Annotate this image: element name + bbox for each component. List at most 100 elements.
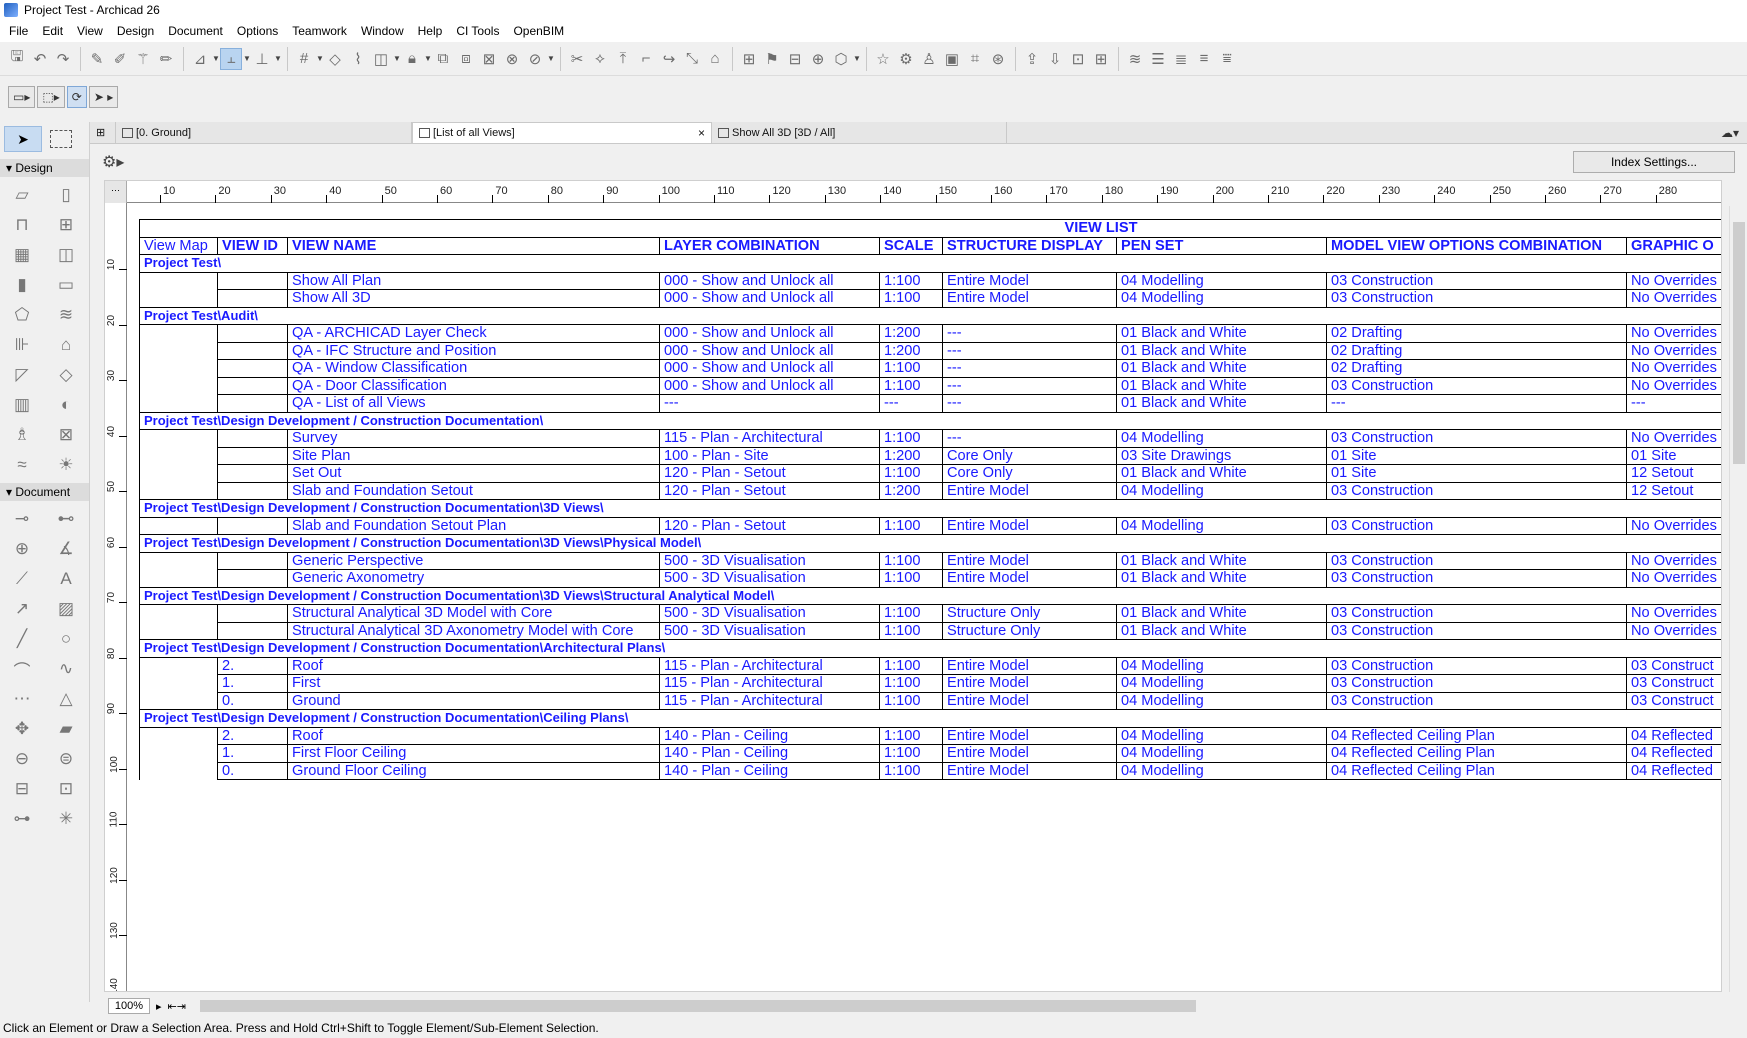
group-icon[interactable]: ⧉ [432, 48, 454, 70]
table-row[interactable]: Structural Analytical 3D Axonometry Mode… [139, 621, 1721, 640]
circle-tool-icon[interactable]: ○ [53, 626, 79, 652]
mesh-tool-icon[interactable]: ⊠ [53, 422, 79, 448]
dimension-tool-icon[interactable]: ⊸ [9, 506, 35, 532]
menu-item-teamwork[interactable]: Teamwork [285, 20, 354, 42]
marquee-tool[interactable] [50, 130, 72, 148]
change-tool-icon[interactable]: ✳ [53, 806, 79, 832]
ci-tool-4-icon[interactable]: ≡ [1193, 48, 1215, 70]
curtain-wall-tool-icon[interactable]: ▯ [53, 182, 79, 208]
column-tool-icon[interactable]: ▮ [9, 272, 35, 298]
table-row[interactable]: Show All 3D 000 - Show and Unlock all 1:10… [139, 289, 1721, 308]
zoom-field[interactable]: 100% [108, 998, 150, 1014]
teamwork-receive-icon[interactable]: ⇩ [1044, 48, 1066, 70]
menu-item-edit[interactable]: Edit [35, 20, 70, 42]
table-row[interactable]: 0. Ground 115 - Plan - Architectural 1:100 E… [139, 691, 1721, 710]
index-settings-button[interactable]: Index Settings... [1573, 151, 1735, 173]
solid-ops-icon[interactable]: ⊕ [807, 48, 829, 70]
hotspot-tool-icon[interactable]: ⋯ [9, 686, 35, 712]
distribute-icon[interactable]: ⊟ [784, 48, 806, 70]
tag-icon[interactable]: ⌗ [964, 48, 986, 70]
table-row[interactable]: QA - Window Classification 000 - Show and… [139, 359, 1721, 378]
skylight-tool-icon[interactable]: ◫ [53, 242, 79, 268]
elevation-dimension-tool-icon[interactable]: ⟋ [9, 566, 35, 592]
table-row[interactable]: Generic Perspective 500 - 3D Visualisatio… [139, 551, 1721, 570]
table-row[interactable]: 1. First 115 - Plan - Architectural 1:100 En… [139, 674, 1721, 693]
curtain-grid-tool-icon[interactable]: ▥ [9, 392, 35, 418]
roof-icon[interactable]: ⌂ [704, 48, 726, 70]
section-tool-icon[interactable]: ⊖ [9, 746, 35, 772]
angle-dimension-tool-icon[interactable]: ∡ [53, 536, 79, 562]
detail-icon[interactable]: ▣ [941, 48, 963, 70]
favorites-icon[interactable]: ☆ [872, 48, 894, 70]
hotlink-icon[interactable]: ⊠ [478, 48, 500, 70]
close-tab-icon[interactable]: × [688, 126, 705, 140]
zoom-menu-icon[interactable]: ▸ [156, 1000, 162, 1013]
text-tool-icon[interactable]: A [53, 566, 79, 592]
tab-list-of-views[interactable]: [List of all Views] × [412, 122, 712, 143]
spline-tool-icon[interactable]: ∿ [53, 656, 79, 682]
table-row[interactable]: Site Plan 100 - Plan - Site 1:200 Core Only… [139, 446, 1721, 465]
table-row[interactable]: QA - List of all Views --- --- --- 01 Black … [139, 394, 1721, 413]
syringe-icon[interactable]: ✐ [109, 48, 131, 70]
menu-item-design[interactable]: Design [110, 20, 161, 42]
object-tool-icon[interactable]: ♗ [9, 422, 35, 448]
table-row[interactable]: QA - ARCHICAD Layer Check 000 - Show and … [139, 324, 1721, 343]
beam-tool-icon[interactable]: ▭ [53, 272, 79, 298]
wall-tool-icon[interactable]: ▱ [9, 182, 35, 208]
table-row[interactable]: QA - IFC Structure and Position 000 - Sho… [139, 341, 1721, 360]
cube-icon[interactable]: ⬡ [830, 48, 852, 70]
camera-tool-icon[interactable]: ⊶ [9, 806, 35, 832]
layer-icon[interactable]: ◫ [370, 48, 392, 70]
ci-tool-2-icon[interactable]: ☰ [1147, 48, 1169, 70]
align-icon[interactable]: ⊞ [738, 48, 760, 70]
morph-tool-icon[interactable]: ◇ [53, 362, 79, 388]
table-row[interactable]: Set Out 120 - Plan - Setout 1:100 Core Only… [139, 464, 1721, 483]
grid-snap-icon[interactable]: # [293, 48, 315, 70]
drawing-tool-icon[interactable]: ▰ [53, 716, 79, 742]
fillet-icon[interactable]: ⌐ [635, 48, 657, 70]
polyline-tool-icon[interactable]: ⌒ [9, 656, 35, 682]
teamwork-send-icon[interactable]: ⇪ [1021, 48, 1043, 70]
detail-tool-icon[interactable]: ⊟ [9, 776, 35, 802]
table-row[interactable]: Survey 115 - Plan - Architectural 1:100 ---… [139, 429, 1721, 448]
tab-grid-toggle[interactable]: ⊞ [90, 122, 116, 143]
table-row[interactable]: 1. First Floor Ceiling 140 - Plan - Ceilin… [139, 744, 1721, 763]
curtain-panel-tool-icon[interactable]: ▦ [9, 242, 35, 268]
suspend-groups-icon[interactable]: ⧈ [455, 48, 477, 70]
fit-in-window-icon[interactable]: ⇤⇥ [168, 1000, 186, 1013]
resize-icon[interactable]: ⤡ [681, 48, 703, 70]
menu-item-ci-tools[interactable]: CI Tools [449, 20, 506, 42]
lock-icon[interactable]: 🔒︎ [401, 48, 423, 70]
table-row[interactable]: Slab and Foundation Setout 120 - Plan - S… [139, 481, 1721, 500]
pencil-icon[interactable]: ✏ [155, 48, 177, 70]
line-tool-icon[interactable]: ╱ [9, 626, 35, 652]
vertical-scrollbar[interactable] [1729, 206, 1747, 992]
horizontal-scroll-thumb[interactable] [200, 1000, 1196, 1012]
document-canvas[interactable]: ⋯ 10 20 30 40 50 60 70 80 90 100 110 120 130 140 150 16… [104, 180, 1722, 992]
ruler-corner[interactable]: ⋯ [105, 181, 127, 203]
arrow-tool[interactable]: ➤ [4, 126, 42, 152]
door-tool-icon[interactable]: ⊓ [9, 212, 35, 238]
level-dimension-tool-icon[interactable]: ⊷ [53, 506, 79, 532]
slab-tool-icon[interactable]: ⬠ [9, 302, 35, 328]
eyedropper-icon[interactable]: ✎ [86, 48, 108, 70]
toolbox-design-header[interactable]: ▾ Design [0, 159, 89, 177]
magic-wand-icon[interactable]: ⚚ [132, 48, 154, 70]
lamp-tool-icon[interactable]: ☀ [53, 452, 79, 478]
figure-tool-icon[interactable]: △ [53, 686, 79, 712]
gear-icon[interactable]: ⚙▸ [102, 152, 124, 172]
shell-tool-icon[interactable]: ◸ [9, 362, 35, 388]
railing-tool-icon[interactable]: ⊪ [9, 332, 35, 358]
fill-tool-icon[interactable]: ▨ [53, 596, 79, 622]
guide-lines-icon[interactable]: ⊿ [189, 48, 211, 70]
selection-filter-button[interactable]: ▭▸ [8, 86, 36, 108]
ci-tool-1-icon[interactable]: ≋ [1124, 48, 1146, 70]
ci-tool-3-icon[interactable]: ≣ [1170, 48, 1192, 70]
person-icon[interactable]: ♙ [918, 48, 940, 70]
roof-tool-icon[interactable]: ⌂ [53, 332, 79, 358]
elevation-tool-icon[interactable]: ⊜ [53, 746, 79, 772]
menu-item-view[interactable]: View [70, 20, 110, 42]
ci-tool-5-icon[interactable]: ⩸ [1216, 48, 1238, 70]
table-row[interactable]: Slab and Foundation Setout Plan 120 - Pla… [139, 516, 1721, 535]
table-row[interactable]: Generic Axonometry 500 - 3D Visualisation… [139, 569, 1721, 588]
